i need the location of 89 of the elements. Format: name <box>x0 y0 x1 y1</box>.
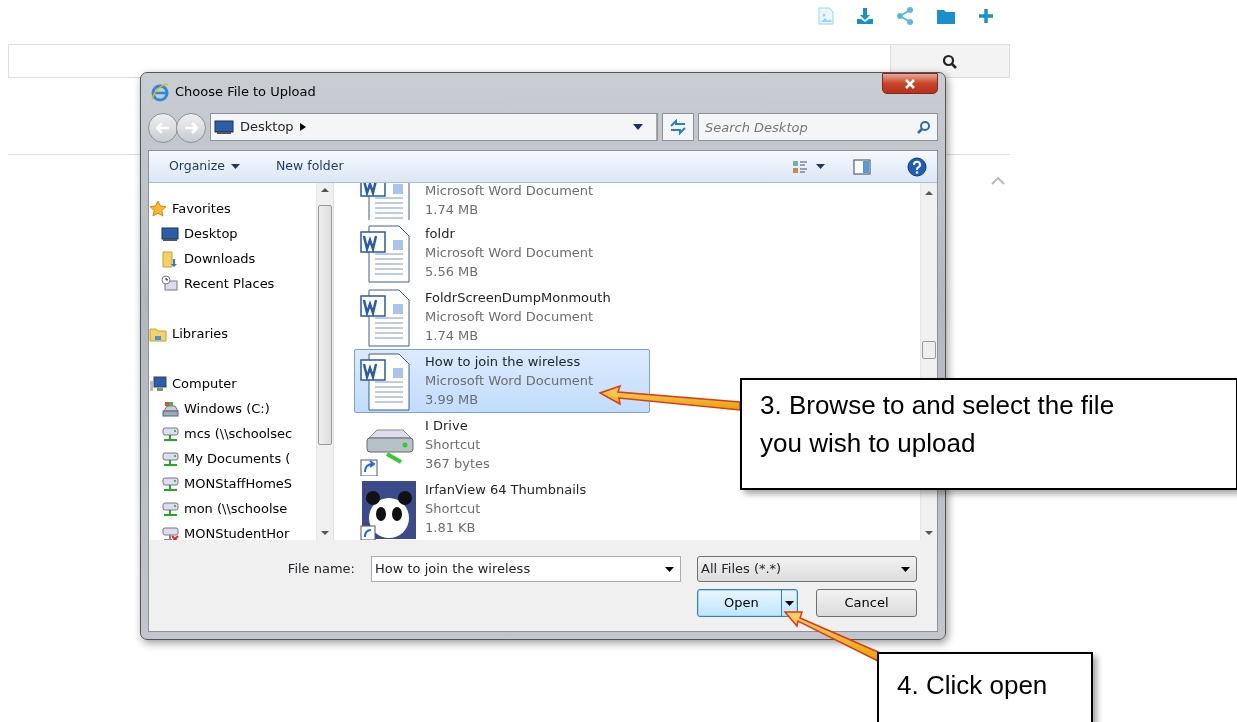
forward-button[interactable] <box>176 113 206 143</box>
search-field[interactable]: Search Desktop <box>698 113 938 141</box>
file-size: 367 bytes <box>425 455 490 473</box>
folder-icon <box>936 7 956 25</box>
nav-item[interactable]: Desktop <box>149 221 316 246</box>
disconnected-drive-icon <box>161 524 179 540</box>
refresh-arrows-icon <box>669 119 687 135</box>
toolbar-button[interactable]: Organize <box>169 157 240 176</box>
file-name: IrfanView 64 Thumbnails <box>425 481 587 499</box>
help-icon[interactable] <box>907 156 927 177</box>
nav-item[interactable]: Libraries <box>149 321 316 346</box>
nav-item[interactable]: Computer <box>149 371 316 396</box>
file-type: Microsoft Word Document <box>425 308 595 326</box>
search-icon <box>942 53 958 70</box>
close-icon <box>904 78 916 89</box>
search-icon <box>917 120 931 134</box>
computer-icon <box>149 374 167 393</box>
monitor-icon <box>161 224 179 243</box>
file-item[interactable]: Microsoft Word Document 1.74 MB <box>354 183 650 221</box>
file-size: 5.56 MB <box>425 263 480 281</box>
caret-down-icon <box>231 164 240 169</box>
network-drive-icon <box>161 424 179 443</box>
file-item[interactable]: IrfanView 64 Thumbnails Shortcut 1.81 KB <box>354 477 650 540</box>
recent-places-icon <box>161 274 179 293</box>
file-type: Microsoft Word Document <box>425 372 594 390</box>
image-file-icon <box>818 7 834 25</box>
view-options-button[interactable] <box>792 158 825 175</box>
nav-item[interactable]: Favorites <box>149 196 316 221</box>
plus-icon <box>978 7 994 25</box>
file-item[interactable]: How to join the wireless Microsoft Word Document 3.99 MB <box>354 349 650 413</box>
share-icon <box>896 7 914 25</box>
file-name: I Drive <box>425 417 469 435</box>
toolbar-button[interactable]: New folder <box>276 157 344 176</box>
close-button[interactable] <box>882 73 938 94</box>
file-type: Microsoft Word Document <box>425 183 594 200</box>
file-item[interactable]: FoldrScreenDumpMonmouth Microsoft Word Document 1.74 MB <box>354 285 650 349</box>
file-name: How to join the wireless <box>425 353 582 371</box>
caret-right-icon <box>299 123 306 131</box>
nav-item[interactable]: mcs (\\schoolsec <box>149 421 316 446</box>
file-size: 1.81 KB <box>425 519 477 537</box>
caret-down-icon <box>816 164 825 169</box>
cancel-button[interactable]: Cancel <box>816 589 917 617</box>
search-button[interactable] <box>891 44 1010 78</box>
file-item[interactable]: foldr Microsoft Word Document 5.56 MB <box>354 221 650 285</box>
network-drive-icon <box>161 449 179 468</box>
file-name: FoldrScreenDumpMonmouth <box>425 289 611 307</box>
nav-item[interactable]: Downloads <box>149 246 316 271</box>
arrow-left-icon <box>156 122 170 134</box>
nav-item[interactable]: Windows (C:) <box>149 396 316 421</box>
browser-logo-icon <box>150 82 170 102</box>
caret-down-icon <box>901 566 910 572</box>
details-view-icon <box>792 158 808 175</box>
file-type: Shortcut <box>425 500 482 518</box>
nav-item[interactable]: My Documents ( <box>149 446 316 471</box>
file-name: foldr <box>425 225 456 243</box>
file-type-combo[interactable]: All Files (*.*) <box>697 556 917 582</box>
nav-item[interactable]: MONStudentHor <box>149 521 316 540</box>
network-drive-icon <box>161 499 179 518</box>
caret-down-icon <box>785 600 794 606</box>
file-size: 3.99 MB <box>425 391 480 409</box>
address-bar[interactable]: Desktop <box>210 113 658 141</box>
nav-item[interactable]: Recent Places <box>149 271 316 296</box>
nav-item[interactable]: MONStaffHomeS <box>149 471 316 496</box>
scrollbar[interactable] <box>316 183 333 540</box>
file-size: 1.74 MB <box>425 201 480 219</box>
monitor-icon <box>214 119 234 135</box>
file-item[interactable]: I Drive Shortcut 367 bytes <box>354 413 650 477</box>
caret-down-icon <box>665 566 674 572</box>
refresh-button[interactable] <box>662 113 694 141</box>
file-size: 1.74 MB <box>425 327 480 345</box>
folder-download-icon <box>161 249 179 268</box>
nav-item[interactable]: mon (\\schoolse <box>149 496 316 521</box>
preview-pane-icon[interactable] <box>853 158 871 175</box>
caret-down-icon <box>633 124 643 130</box>
star-icon <box>149 199 167 218</box>
dialog-title: Choose File to Upload <box>175 83 316 102</box>
file-name-label: File name: <box>286 560 355 579</box>
file-name-combo[interactable]: How to join the wireless <box>371 556 681 582</box>
network-drive-icon <box>161 474 179 493</box>
address-text: Desktop <box>240 118 294 137</box>
file-type: Shortcut <box>425 436 482 454</box>
download-icon <box>856 7 874 25</box>
file-type: Microsoft Word Document <box>425 244 594 262</box>
back-button[interactable] <box>148 113 178 143</box>
arrow-right-icon <box>184 122 198 134</box>
hard-drive-icon <box>161 399 179 418</box>
callout-tooltip: 3. Browse to and select the file you wish to upload <box>740 378 1237 490</box>
open-button[interactable]: Open <box>697 589 798 617</box>
callout-tooltip: 4. Click open <box>877 652 1093 722</box>
